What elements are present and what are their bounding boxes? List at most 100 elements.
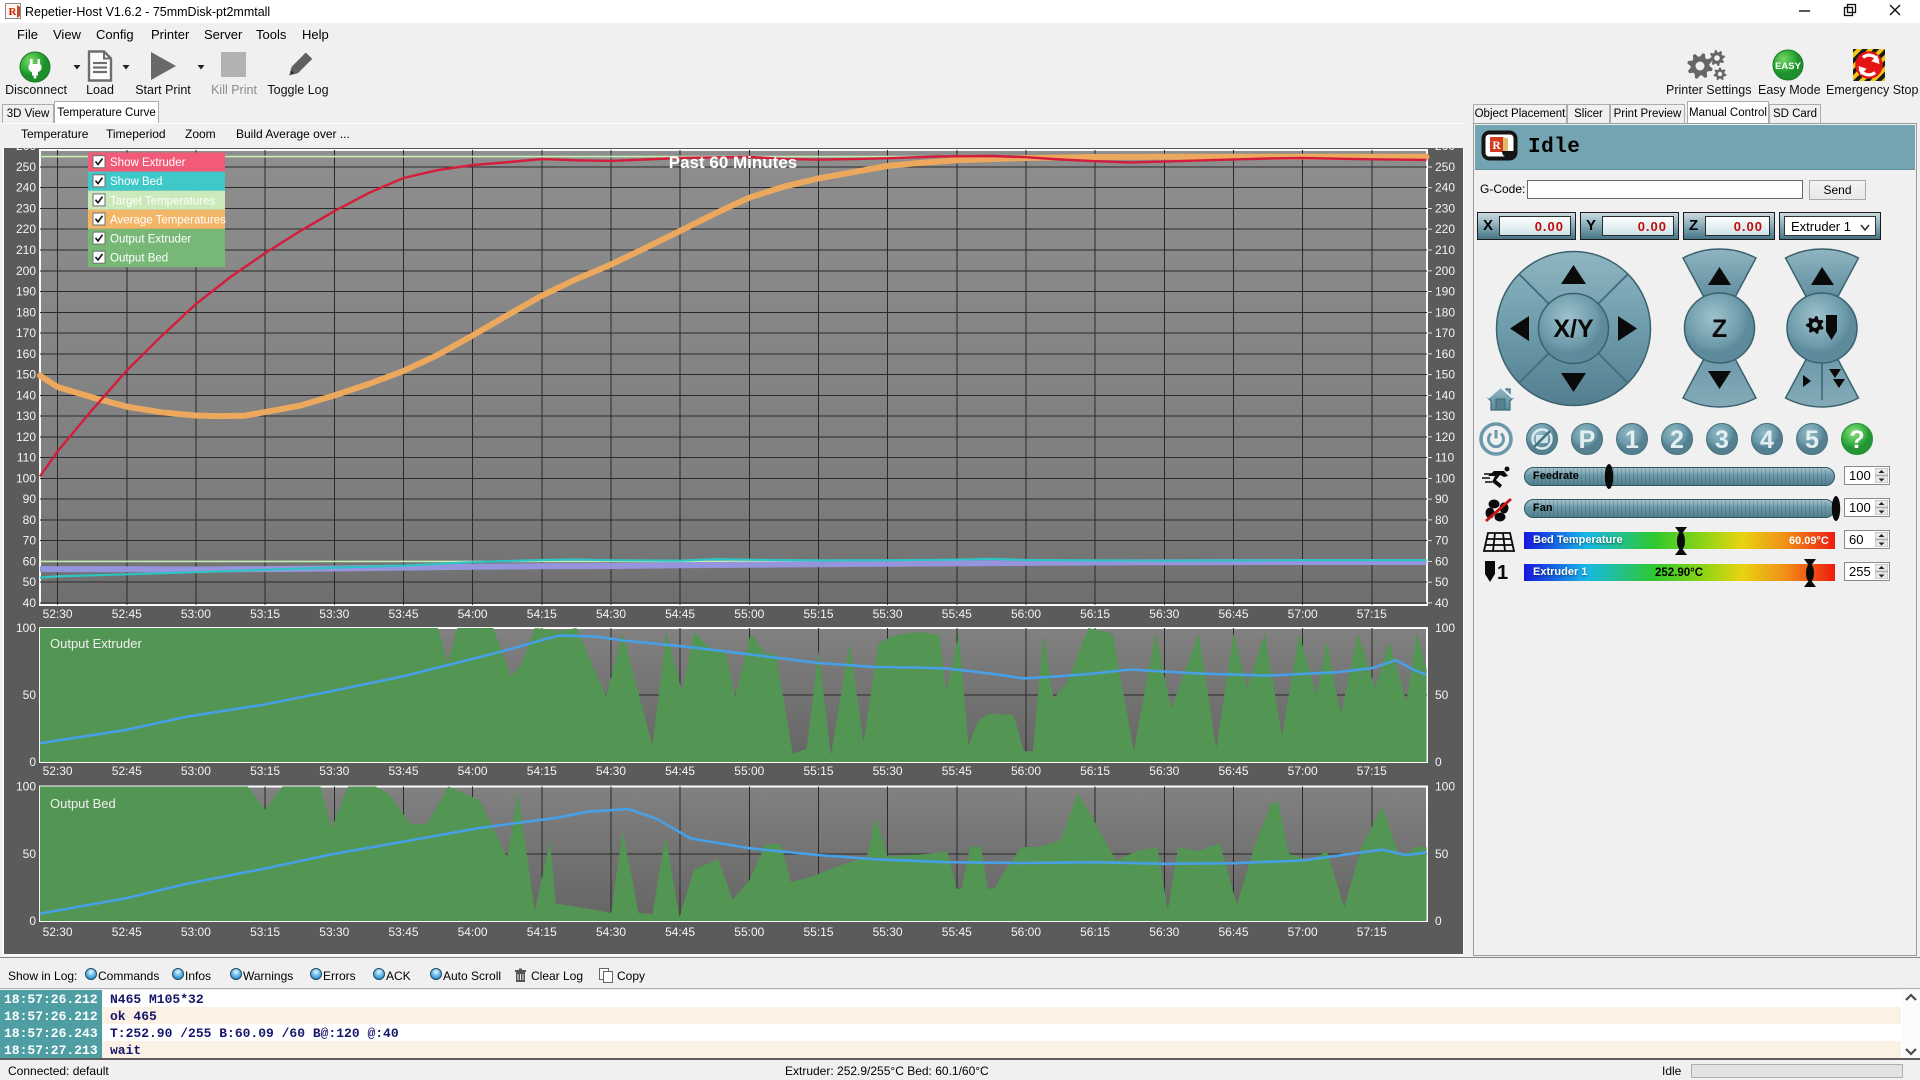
svg-text:57:15: 57:15 (1357, 925, 1387, 939)
svg-text:80: 80 (1435, 513, 1449, 527)
svg-text:110: 110 (1435, 451, 1454, 465)
svg-text:50: 50 (1435, 688, 1449, 702)
svg-text:54:45: 54:45 (665, 607, 695, 621)
svg-text:240: 240 (16, 181, 36, 195)
svg-text:5: 5 (1805, 426, 1819, 454)
svg-text:53:45: 53:45 (388, 764, 418, 778)
svg-text:110: 110 (17, 451, 36, 465)
svg-text:56:30: 56:30 (1149, 925, 1179, 939)
svg-text:53:45: 53:45 (388, 607, 418, 621)
svg-text:EASY: EASY (1775, 61, 1802, 72)
svg-text:57:00: 57:00 (1288, 764, 1318, 778)
svg-text:53:30: 53:30 (319, 925, 349, 939)
svg-text:57:00: 57:00 (1288, 925, 1318, 939)
svg-text:0: 0 (1435, 755, 1442, 769)
svg-text:80: 80 (23, 513, 37, 527)
svg-text:56:45: 56:45 (1218, 764, 1248, 778)
svg-text:55:45: 55:45 (942, 607, 972, 621)
svg-text:56:00: 56:00 (1011, 764, 1041, 778)
svg-text:56:00: 56:00 (1011, 925, 1041, 939)
svg-text:56:30: 56:30 (1149, 764, 1179, 778)
svg-text:200: 200 (1435, 264, 1455, 278)
svg-text:190: 190 (1435, 285, 1455, 299)
svg-text:140: 140 (1435, 388, 1455, 402)
svg-text:0: 0 (1435, 914, 1442, 928)
svg-text:0: 0 (29, 914, 36, 928)
svg-text:260: 260 (16, 148, 36, 153)
svg-text:40: 40 (1435, 596, 1449, 610)
svg-text:100: 100 (16, 471, 36, 485)
svg-text:130: 130 (1435, 409, 1455, 423)
svg-text:55:30: 55:30 (873, 925, 903, 939)
svg-text:70: 70 (1435, 534, 1449, 548)
svg-text:56:30: 56:30 (1149, 607, 1179, 621)
svg-text:Target Temperatures: Target Temperatures (110, 195, 216, 207)
svg-text:130: 130 (16, 409, 36, 423)
svg-text:Past 60 Minutes: Past 60 Minutes (669, 153, 798, 172)
svg-text:54:00: 54:00 (458, 607, 488, 621)
svg-text:150: 150 (1435, 368, 1455, 382)
svg-text:50: 50 (23, 847, 37, 861)
svg-text:53:30: 53:30 (319, 607, 349, 621)
svg-text:50: 50 (23, 688, 37, 702)
svg-text:180: 180 (1435, 305, 1455, 319)
svg-text:Show Bed: Show Bed (110, 176, 162, 188)
svg-text:54:30: 54:30 (596, 607, 626, 621)
svg-text:53:45: 53:45 (388, 925, 418, 939)
svg-text:100: 100 (1435, 471, 1455, 485)
svg-text:2: 2 (1670, 426, 1684, 454)
svg-text:200: 200 (16, 264, 36, 278)
svg-text:3: 3 (1715, 426, 1729, 454)
svg-text:55:15: 55:15 (803, 764, 833, 778)
svg-text:53:00: 53:00 (181, 764, 211, 778)
svg-text:53:15: 53:15 (250, 925, 280, 939)
svg-text:50: 50 (1435, 575, 1449, 589)
svg-text:Output Bed: Output Bed (50, 796, 116, 811)
svg-text:100: 100 (16, 621, 36, 635)
svg-text:Output Extruder: Output Extruder (110, 234, 191, 246)
svg-text:220: 220 (16, 222, 36, 236)
svg-text:56:15: 56:15 (1080, 764, 1110, 778)
svg-text:54:30: 54:30 (596, 764, 626, 778)
svg-text:40: 40 (23, 596, 37, 610)
svg-text:54:15: 54:15 (527, 925, 557, 939)
svg-text:55:00: 55:00 (734, 607, 764, 621)
svg-text:1: 1 (1497, 562, 1508, 584)
svg-text:100: 100 (1435, 621, 1455, 635)
svg-text:250: 250 (1435, 160, 1455, 174)
svg-text:140: 140 (16, 388, 36, 402)
svg-text:170: 170 (1435, 326, 1455, 340)
svg-text:52:30: 52:30 (43, 607, 73, 621)
svg-text:60: 60 (1435, 554, 1449, 568)
svg-text:120: 120 (1435, 430, 1455, 444)
svg-text:210: 210 (1435, 243, 1455, 257)
svg-text:55:00: 55:00 (734, 764, 764, 778)
svg-text:260: 260 (1435, 148, 1455, 153)
svg-text:50: 50 (1435, 847, 1449, 861)
svg-text:170: 170 (16, 326, 36, 340)
svg-text:160: 160 (16, 347, 36, 361)
svg-text:160: 160 (1435, 347, 1455, 361)
svg-text:P: P (1579, 426, 1596, 454)
svg-text:240: 240 (1435, 181, 1455, 195)
svg-text:52:45: 52:45 (112, 764, 142, 778)
svg-text:4: 4 (1760, 426, 1774, 454)
svg-text:52:45: 52:45 (112, 925, 142, 939)
svg-text:52:45: 52:45 (112, 607, 142, 621)
svg-text:56:45: 56:45 (1218, 607, 1248, 621)
svg-text:53:30: 53:30 (319, 764, 349, 778)
svg-text:55:00: 55:00 (734, 925, 764, 939)
svg-text:90: 90 (1435, 492, 1449, 506)
svg-text:230: 230 (16, 202, 36, 216)
svg-text:55:30: 55:30 (873, 764, 903, 778)
svg-text:56:15: 56:15 (1080, 607, 1110, 621)
svg-text:54:15: 54:15 (527, 764, 557, 778)
svg-text:56:15: 56:15 (1080, 925, 1110, 939)
svg-text:?: ? (1849, 426, 1864, 454)
svg-text:70: 70 (23, 534, 37, 548)
svg-text:55:30: 55:30 (873, 607, 903, 621)
svg-text:60: 60 (23, 554, 37, 568)
svg-text:53:00: 53:00 (181, 925, 211, 939)
svg-text:57:00: 57:00 (1288, 607, 1318, 621)
svg-text:56:45: 56:45 (1218, 925, 1248, 939)
